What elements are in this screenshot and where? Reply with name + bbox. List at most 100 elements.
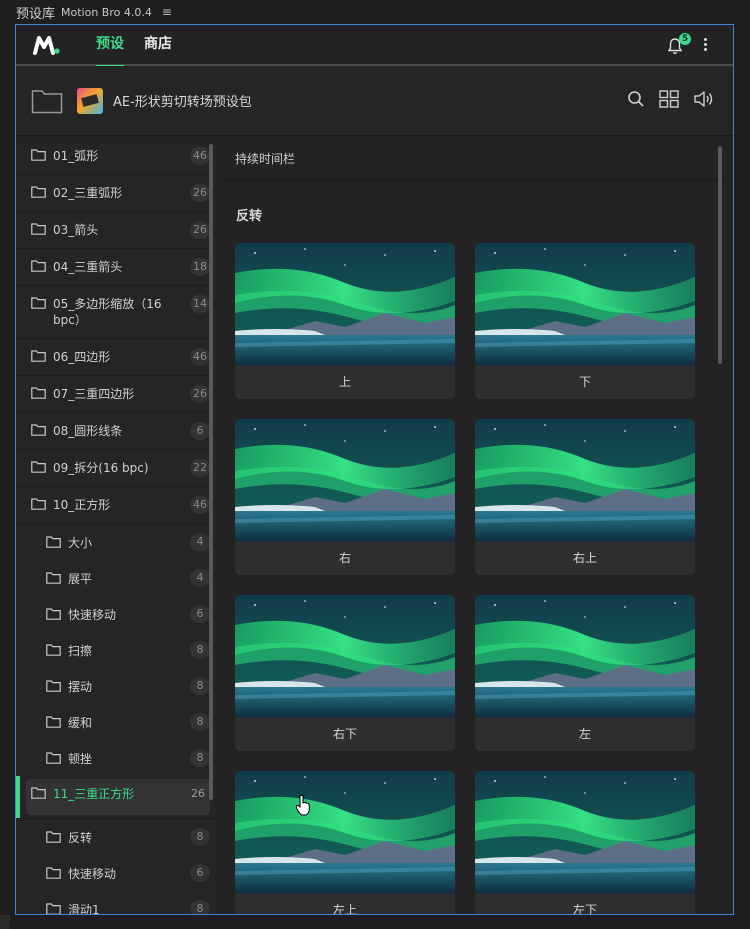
sidebar-item[interactable]: 10_正方形 46 — [16, 487, 216, 524]
preset-card[interactable]: 左上 — [235, 771, 455, 914]
item-count-badge: 8 — [190, 641, 210, 659]
sidebar-item-label: 04_三重箭头 — [53, 260, 123, 274]
motion-bro-logo — [33, 35, 60, 55]
kebab-dot-icon — [703, 43, 707, 46]
item-count-badge: 6 — [190, 605, 210, 623]
preset-label: 上 — [235, 365, 455, 399]
preset-preview — [235, 243, 455, 365]
item-count-badge: 26 — [190, 385, 210, 403]
item-count-badge: 8 — [190, 749, 210, 767]
sidebar-item[interactable]: 04_三重箭头 18 — [16, 249, 216, 286]
sidebar-subitem[interactable]: 反转 8 — [16, 819, 216, 855]
sidebar-item-label: 快速移动 — [68, 608, 117, 622]
preset-label: 右 — [235, 541, 455, 575]
folder-icon — [46, 903, 61, 914]
preset-card[interactable]: 右 — [235, 419, 455, 575]
duration-bar[interactable]: 持续时间栏 — [222, 138, 727, 180]
panel-menu-icon[interactable]: ≡ — [162, 5, 172, 19]
sidebar-item-label: 09_拆分(16 bpc) — [53, 461, 149, 475]
preset-label: 左下 — [475, 893, 695, 914]
preset-preview — [475, 243, 695, 365]
hand-cursor-icon — [295, 794, 311, 816]
sidebar-subitem[interactable]: 扫擦 8 — [16, 632, 216, 668]
preset-preview — [475, 419, 695, 541]
sidebar-item[interactable]: 06_四边形 46 — [16, 339, 216, 376]
search-icon[interactable] — [627, 90, 645, 108]
folder-icon — [31, 461, 46, 473]
item-count-badge: 22 — [190, 459, 210, 477]
sidebar-item[interactable]: 01_弧形 46 — [16, 138, 216, 175]
speaker-icon[interactable] — [693, 90, 715, 108]
sidebar-subitem[interactable]: 滑动1 8 — [16, 891, 216, 914]
preset-preview — [235, 771, 455, 893]
sidebar-item[interactable]: 03_箭头 26 — [16, 212, 216, 249]
sidebar-item[interactable]: 02_三重弧形 26 — [16, 175, 216, 212]
folder-icon — [46, 536, 61, 548]
item-count-badge: 8 — [190, 828, 210, 846]
aurora-thumbnail — [235, 771, 455, 893]
folder-icon — [46, 680, 61, 692]
content-scrollbar[interactable] — [718, 146, 722, 364]
tab-presets[interactable]: 预设 — [96, 25, 124, 67]
sidebar-item[interactable]: 07_三重四边形 26 — [16, 376, 216, 413]
folder-icon[interactable] — [31, 88, 63, 114]
top-nav: 预设 商店 5 — [16, 25, 733, 67]
grid-view-icon[interactable] — [659, 90, 679, 108]
sidebar-subitem[interactable]: 顿挫 8 — [16, 740, 216, 776]
preset-preview — [235, 419, 455, 541]
item-count-badge: 26 — [190, 184, 210, 202]
item-count-badge: 46 — [190, 147, 210, 165]
motion-bro-panel: 预设 商店 5 AE-形状剪切转场预设包 01_弧形 46 02_三重弧形 26… — [15, 24, 734, 915]
pack-header: AE-形状剪切转场预设包 — [16, 66, 733, 136]
bottom-edge — [0, 915, 10, 929]
aurora-thumbnail — [235, 595, 455, 717]
sidebar-item-label: 快速移动 — [68, 867, 117, 881]
item-count-badge: 8 — [190, 900, 210, 914]
sidebar-item-label: 07_三重四边形 — [53, 387, 135, 401]
sidebar-item-label: 08_圆形线条 — [53, 424, 123, 438]
window-title: 预设库 — [16, 6, 56, 22]
sidebar-subitem[interactable]: 摆动 8 — [16, 668, 216, 704]
aurora-thumbnail — [475, 771, 695, 893]
preset-card[interactable]: 左 — [475, 595, 695, 751]
preset-card[interactable]: 右上 — [475, 419, 695, 575]
more-options-button[interactable] — [702, 38, 708, 54]
sidebar-subitem[interactable]: 大小 4 — [16, 524, 216, 560]
item-count-badge: 6 — [190, 422, 210, 440]
preset-card[interactable]: 上 — [235, 243, 455, 399]
sidebar-item[interactable]: 05_多边形缩放（16 bpc） 14 — [16, 286, 216, 339]
folder-icon — [46, 572, 61, 584]
sidebar-scrollbar[interactable] — [209, 144, 213, 800]
sidebar-subitem[interactable]: 快速移动 6 — [16, 855, 216, 891]
notifications-button[interactable]: 5 — [667, 33, 691, 55]
kebab-dot-icon — [703, 38, 707, 41]
sidebar-item-label: 缓和 — [68, 716, 93, 730]
item-count-badge: 4 — [190, 533, 210, 551]
aurora-thumbnail — [235, 243, 455, 365]
item-count-badge: 46 — [190, 496, 210, 514]
item-count-badge: 4 — [190, 569, 210, 587]
sidebar-item[interactable]: 11_三重正方形 26 — [16, 776, 311, 819]
preset-card[interactable]: 下 — [475, 243, 695, 399]
sidebar-item[interactable]: 09_拆分(16 bpc) 22 — [16, 450, 216, 487]
sidebar-item-label: 02_三重弧形 — [53, 186, 123, 200]
folder-icon — [46, 608, 61, 620]
item-count-badge: 14 — [190, 295, 210, 313]
sidebar-item[interactable]: 08_圆形线条 6 — [16, 413, 216, 450]
sidebar-item-label: 03_箭头 — [53, 223, 99, 237]
folder-icon — [46, 716, 61, 728]
tab-store[interactable]: 商店 — [144, 25, 172, 65]
pack-title: AE-形状剪切转场预设包 — [113, 95, 252, 110]
preset-card[interactable]: 左下 — [475, 771, 695, 914]
pack-thumbnail — [77, 87, 103, 114]
folder-icon — [31, 297, 46, 309]
sidebar-item-label: 大小 — [68, 536, 93, 550]
sidebar-subitem[interactable]: 缓和 8 — [16, 704, 216, 740]
preset-preview — [235, 595, 455, 717]
folder-icon — [31, 223, 46, 235]
folder-icon — [46, 752, 61, 764]
sidebar-subitem[interactable]: 快速移动 6 — [16, 596, 216, 632]
sidebar-subitem[interactable]: 展平 4 — [16, 560, 216, 596]
preset-card[interactable]: 右下 — [235, 595, 455, 751]
app-version: Motion Bro 4.0.4 — [61, 5, 152, 19]
